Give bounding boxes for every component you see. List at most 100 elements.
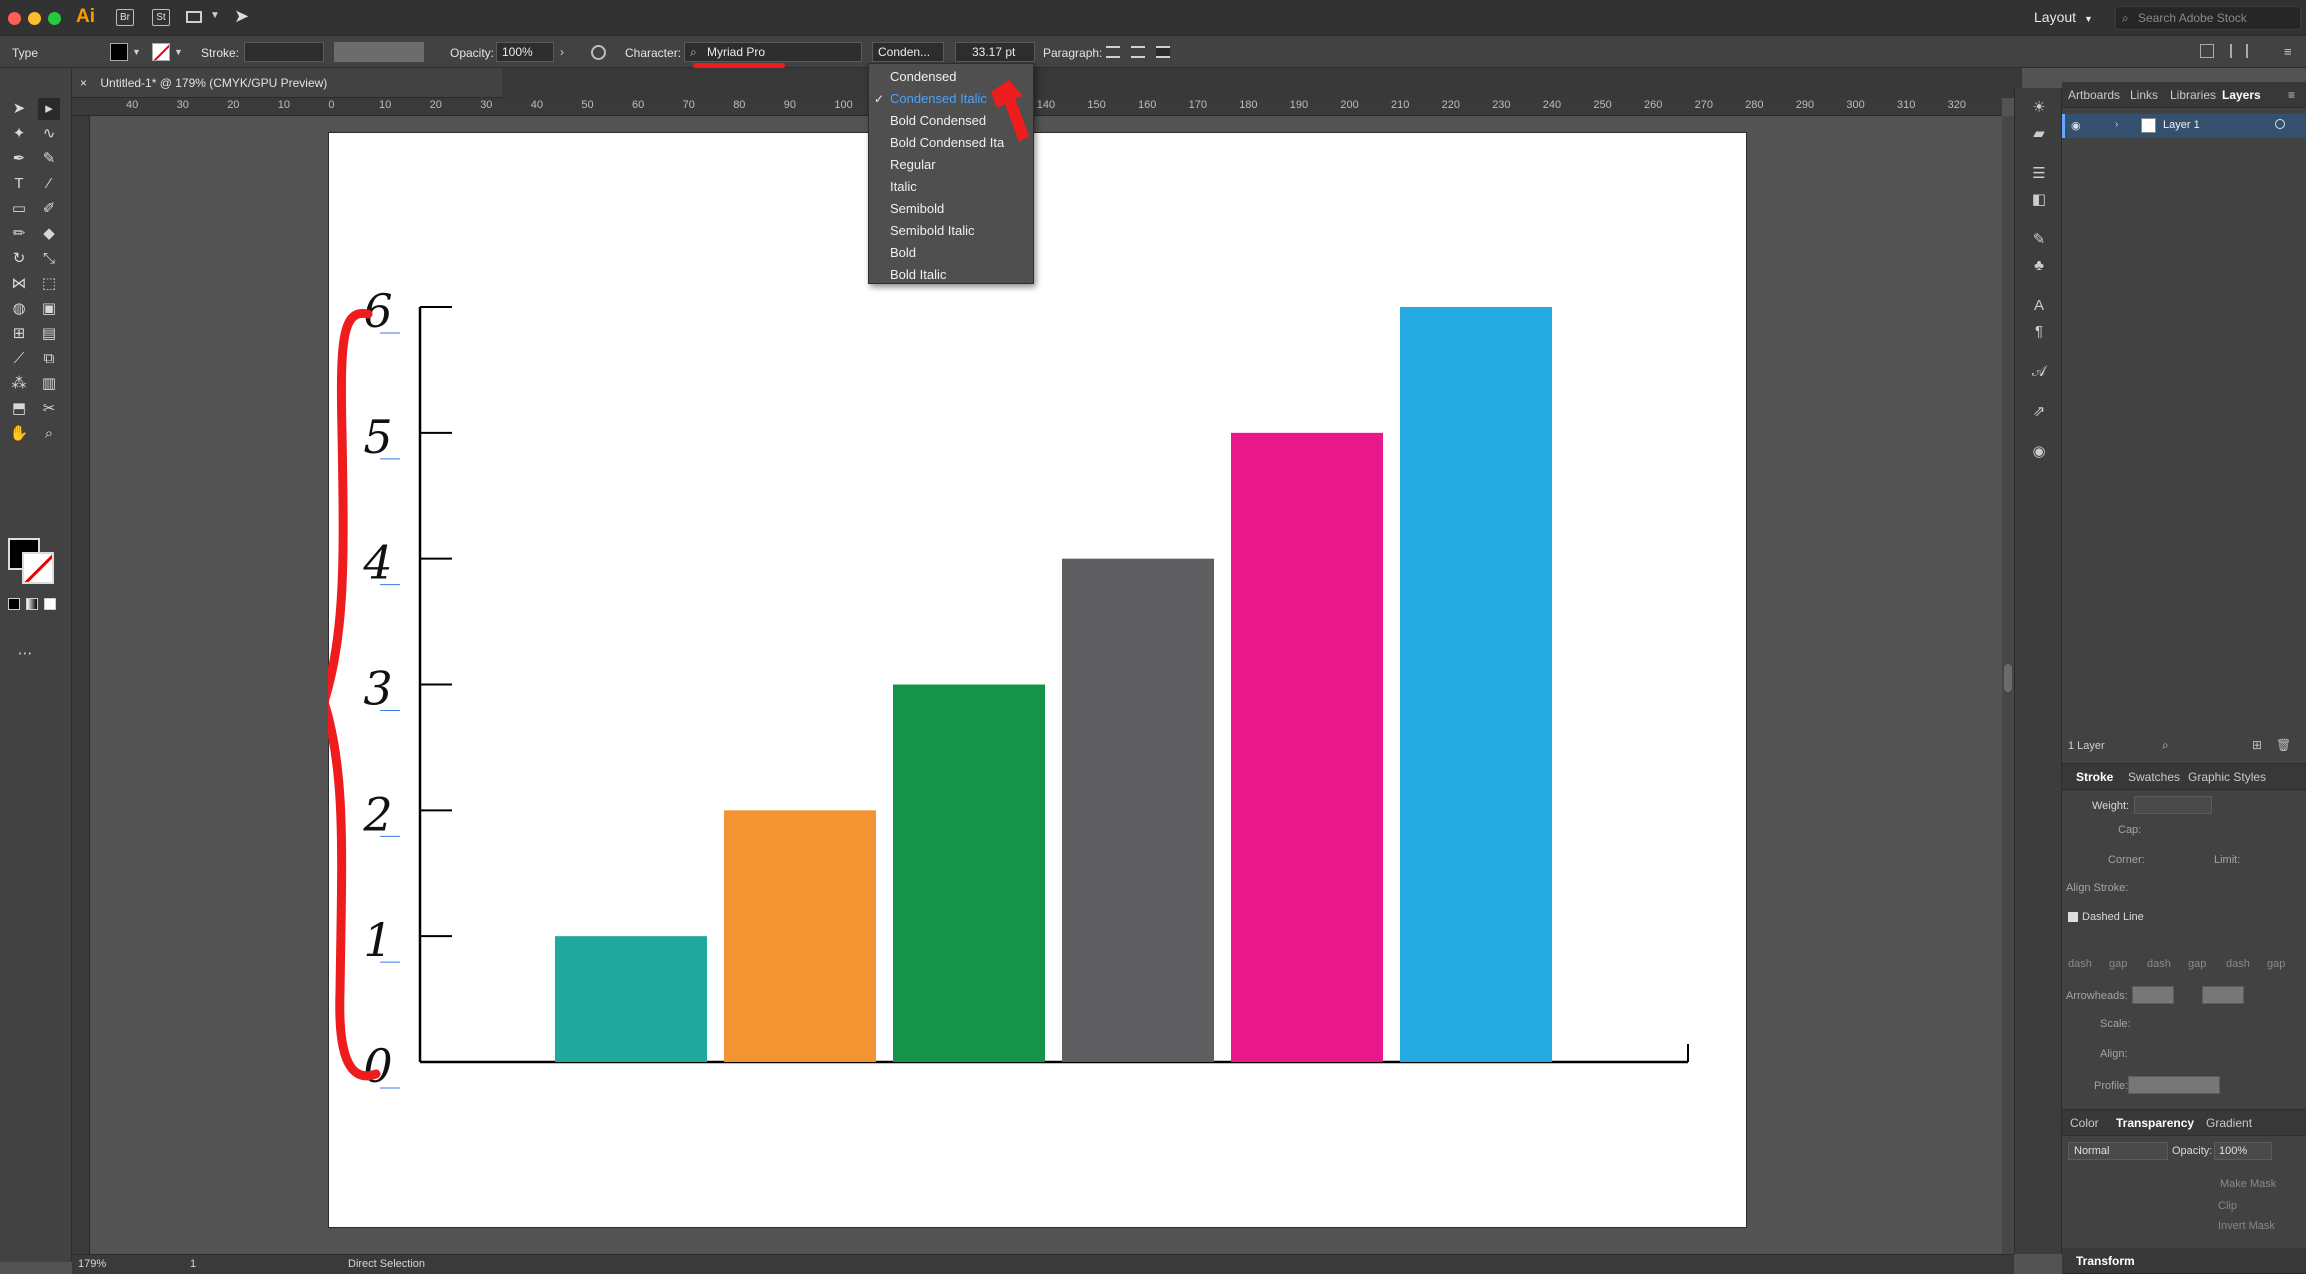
y-axis-tick-label[interactable]: 4 (362, 536, 392, 590)
live-paint-icon[interactable]: ▣ (38, 298, 60, 320)
y-axis-tick-label[interactable]: 1 (363, 913, 392, 967)
blend-mode-select[interactable]: Normal (2068, 1142, 2168, 1160)
vertical-ruler[interactable] (72, 116, 90, 1254)
align-left-icon[interactable] (1106, 46, 1120, 58)
send-icon[interactable]: ➤ (234, 6, 249, 27)
opacity-field[interactable]: 100% (496, 42, 554, 62)
curvature-tool-icon[interactable]: ✎ (38, 148, 60, 170)
align-panel-icon[interactable] (2230, 44, 2248, 58)
menu-item-font-style[interactable]: Bold (869, 242, 1033, 264)
transform-icon[interactable] (2200, 44, 2214, 58)
brushes-icon[interactable]: ✎ (2029, 230, 2049, 250)
new-layer-icon[interactable]: ⊞ (2252, 738, 2262, 752)
align-center-icon[interactable] (1131, 46, 1145, 58)
direct-selection-tool-icon[interactable]: ▸ (38, 98, 60, 120)
minimize-window-icon[interactable] (28, 12, 41, 25)
align-icon[interactable]: ☰ (2029, 164, 2049, 184)
chart-bar[interactable] (724, 810, 876, 1062)
chart-bar[interactable] (555, 936, 707, 1062)
stroke-swatch[interactable] (152, 43, 170, 61)
column-graph-icon[interactable]: ▥ (38, 373, 60, 395)
stock-badge[interactable]: St (152, 9, 170, 26)
eraser-icon[interactable]: ◆ (38, 223, 60, 245)
zoom-tool-icon[interactable]: ⌕ (38, 423, 60, 445)
panel-menu-icon[interactable]: ≡ (2288, 88, 2295, 102)
font-family-field[interactable]: ⌕ Myriad Pro (684, 42, 862, 62)
tab-transparency[interactable]: Transparency (2116, 1116, 2194, 1130)
align-right-icon[interactable] (1156, 46, 1170, 58)
rectangle-tool-icon[interactable]: ▭ (8, 198, 30, 220)
zoom-level[interactable]: 179% (78, 1258, 106, 1270)
weight-field[interactable] (2134, 796, 2212, 814)
y-axis-tick-label[interactable]: 3 (363, 662, 392, 716)
tab-libraries[interactable]: Libraries (2170, 88, 2216, 102)
tab-links[interactable]: Links (2130, 88, 2158, 102)
chart-bar[interactable] (1400, 307, 1552, 1062)
rotate-tool-icon[interactable]: ↻ (8, 248, 30, 270)
chevron-down-icon[interactable]: ▼ (132, 47, 141, 57)
font-size-field[interactable]: 33.17 pt (955, 42, 1035, 62)
pen-tool-icon[interactable]: ✒ (8, 148, 30, 170)
hand-tool-icon[interactable]: ✋ (8, 423, 30, 445)
tab-stroke[interactable]: Stroke (2076, 770, 2113, 784)
stock-search-input[interactable]: ⌕ Search Adobe Stock (2115, 6, 2301, 30)
close-window-icon[interactable] (8, 12, 21, 25)
y-axis-tick-label[interactable]: 2 (362, 787, 392, 841)
tab-color[interactable]: Color (2070, 1116, 2099, 1130)
dashed-line-checkbox[interactable] (2068, 912, 2078, 922)
variable-width-profile[interactable] (334, 42, 424, 62)
make-mask-button[interactable]: Make Mask (2220, 1178, 2276, 1190)
chevron-right-icon[interactable]: › (560, 45, 564, 59)
properties-icon[interactable]: ▰ (2029, 124, 2049, 144)
lasso-icon[interactable]: ∿ (38, 123, 60, 145)
fill-swatch[interactable] (110, 43, 128, 61)
arrowhead-start[interactable] (2132, 986, 2174, 1004)
type-tool-icon[interactable]: T (8, 173, 30, 195)
stroke-color-box[interactable] (22, 552, 54, 584)
eye-icon[interactable]: ◉ (2071, 119, 2081, 132)
shape-builder-icon[interactable]: ◍ (8, 298, 30, 320)
target-icon[interactable] (2275, 119, 2285, 129)
blend-tool-icon[interactable]: ⧉ (38, 348, 60, 370)
appearance-icon[interactable]: ☀ (2029, 98, 2049, 118)
paragraph-icon[interactable]: ¶ (2029, 322, 2049, 342)
glyphs-icon[interactable]: 𝒜 (2029, 362, 2049, 382)
bridge-badge[interactable]: Br (116, 9, 134, 26)
panel-menu-icon[interactable]: ≡ (2284, 44, 2292, 59)
opacity-field[interactable]: 100% (2214, 1142, 2272, 1160)
line-tool-icon[interactable]: ⁄ (38, 173, 60, 195)
tab-layers[interactable]: Layers (2222, 88, 2261, 102)
width-tool-icon[interactable]: ⋈ (8, 273, 30, 295)
layer-row[interactable]: ◉ › Layer 1 (2062, 114, 2306, 138)
chevron-right-icon[interactable]: › (2115, 119, 2118, 130)
zoom-window-icon[interactable] (48, 12, 61, 25)
profile-field[interactable] (2128, 1076, 2220, 1094)
chevron-down-icon[interactable]: ▼ (174, 47, 183, 57)
horizontal-ruler[interactable]: 4030201001020304050607080901001101201301… (72, 98, 2002, 116)
trash-icon[interactable]: 🗑 (2276, 738, 2291, 752)
chart-bar[interactable] (893, 684, 1045, 1063)
arrange-documents-icon[interactable] (186, 11, 202, 23)
export-icon[interactable]: ⇗ (2029, 402, 2049, 422)
eyedropper-icon[interactable]: ⟋ (8, 348, 30, 370)
menu-item-font-style[interactable]: Bold Italic (869, 264, 1033, 286)
menu-item-font-style[interactable]: Regular (869, 154, 1033, 176)
symbols-icon[interactable]: ♣ (2029, 256, 2049, 276)
invert-mask-checkbox[interactable]: Invert Mask (2218, 1220, 2275, 1232)
layer-name[interactable]: Layer 1 (2163, 119, 2200, 131)
character-icon[interactable]: A (2029, 296, 2049, 316)
workspace-switcher[interactable]: Layout ▼ (2034, 9, 2093, 25)
tab-graphic-styles[interactable]: Graphic Styles (2188, 770, 2266, 784)
color-mode-icon[interactable] (8, 598, 20, 610)
selection-tool-icon[interactable]: ➤ (8, 98, 30, 120)
tab-artboards[interactable]: Artboards (2068, 88, 2120, 102)
paintbrush-icon[interactable]: ✐ (38, 198, 60, 220)
tab-transform[interactable]: Transform (2076, 1254, 2135, 1268)
chevron-down-icon[interactable]: ▼ (210, 10, 220, 21)
chart-bar[interactable] (1062, 558, 1214, 1062)
gradient-mode-icon[interactable] (26, 598, 38, 610)
edit-toolbar-icon[interactable]: ⋯ (14, 643, 36, 665)
tab-swatches[interactable]: Swatches (2128, 770, 2180, 784)
shaper-tool-icon[interactable]: ✏ (8, 223, 30, 245)
magic-wand-icon[interactable]: ✦ (8, 123, 30, 145)
